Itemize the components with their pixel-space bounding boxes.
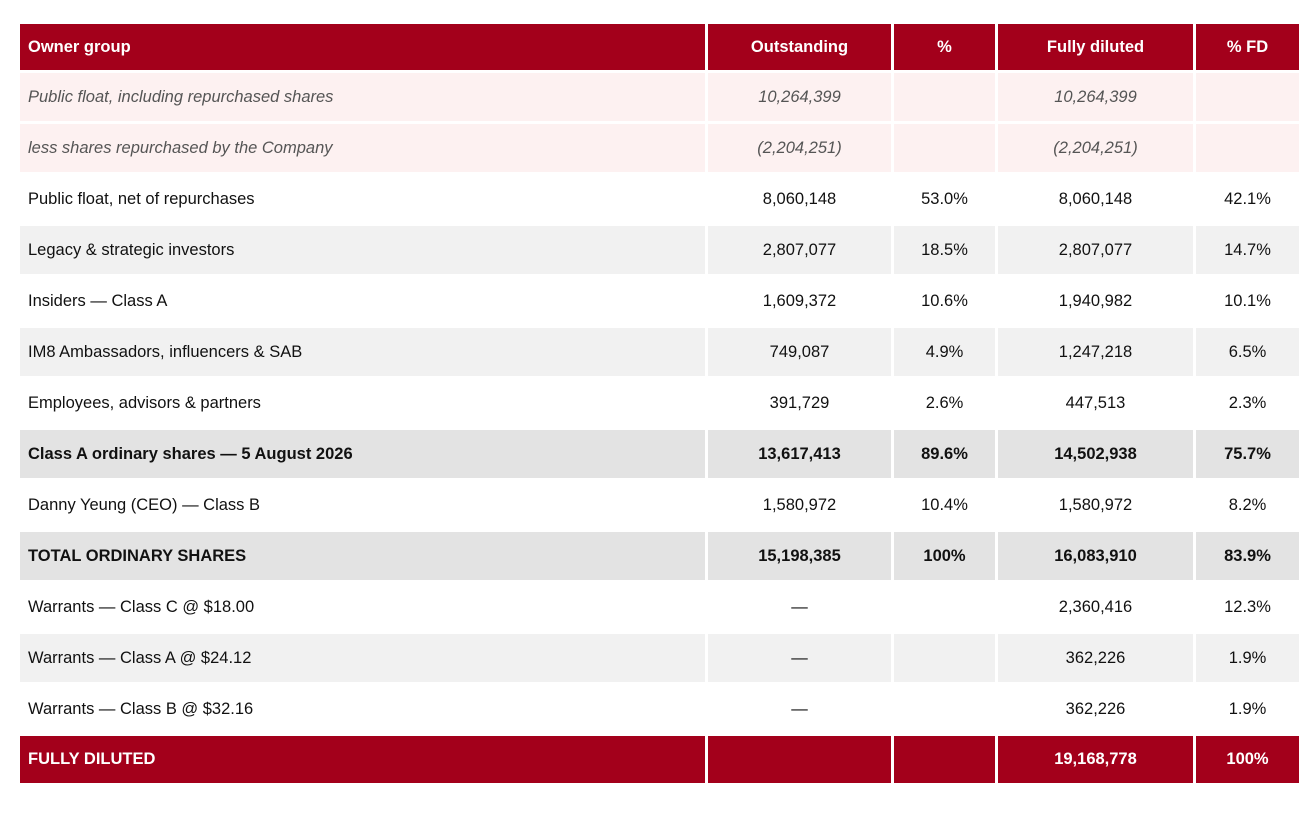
- cell-fully-diluted: 19,168,778: [998, 736, 1196, 783]
- cell-fully-diluted: 16,083,910: [998, 532, 1196, 583]
- shareholding-table-container: Owner group Outstanding % Fully diluted …: [20, 24, 1299, 783]
- cell-owner-group: Public float, including repurchased shar…: [20, 73, 708, 124]
- cell-pct-fd: 83.9%: [1196, 532, 1299, 583]
- table-row-insiders-class-a: Insiders — Class A 1,609,372 10.6% 1,940…: [20, 277, 1299, 328]
- cell-owner-group: less shares repurchased by the Company: [20, 124, 708, 175]
- cell-owner-group: IM8 Ambassadors, influencers & SAB: [20, 328, 708, 379]
- cell-outstanding: 1,609,372: [708, 277, 894, 328]
- cell-outstanding: 391,729: [708, 379, 894, 430]
- cell-outstanding: 749,087: [708, 328, 894, 379]
- cell-owner-group: Public float, net of repurchases: [20, 175, 708, 226]
- cell-pct: 89.6%: [894, 430, 998, 481]
- cell-pct-fd: 1.9%: [1196, 634, 1299, 685]
- table-row-public-float-incl-repurchased: Public float, including repurchased shar…: [20, 73, 1299, 124]
- cell-pct: [894, 685, 998, 736]
- cell-pct-fd: [1196, 124, 1299, 175]
- cell-pct-fd: 75.7%: [1196, 430, 1299, 481]
- cell-pct-fd: [1196, 73, 1299, 124]
- cell-owner-group: Class A ordinary shares — 5 August 2026: [20, 430, 708, 481]
- cell-fully-diluted: 1,247,218: [998, 328, 1196, 379]
- cell-pct-fd: 42.1%: [1196, 175, 1299, 226]
- cell-outstanding: 1,580,972: [708, 481, 894, 532]
- table-row-total-ordinary: TOTAL ORDINARY SHARES 15,198,385 100% 16…: [20, 532, 1299, 583]
- header-outstanding: Outstanding: [708, 24, 894, 73]
- table-row-warrants-class-b: Warrants — Class B @ $32.16 — 362,226 1.…: [20, 685, 1299, 736]
- cell-fully-diluted: 362,226: [998, 685, 1196, 736]
- cell-pct: 10.4%: [894, 481, 998, 532]
- cell-outstanding: (2,204,251): [708, 124, 894, 175]
- cell-outstanding: 10,264,399: [708, 73, 894, 124]
- cell-pct: [894, 736, 998, 783]
- table-header-row: Owner group Outstanding % Fully diluted …: [20, 24, 1299, 73]
- cell-owner-group: FULLY DILUTED: [20, 736, 708, 783]
- cell-owner-group: Danny Yeung (CEO) — Class B: [20, 481, 708, 532]
- cell-pct-fd: 100%: [1196, 736, 1299, 783]
- cell-pct: [894, 73, 998, 124]
- table-row-warrants-class-c: Warrants — Class C @ $18.00 — 2,360,416 …: [20, 583, 1299, 634]
- cell-fully-diluted: 2,360,416: [998, 583, 1196, 634]
- shareholding-table: Owner group Outstanding % Fully diluted …: [20, 24, 1299, 783]
- cell-pct-fd: 6.5%: [1196, 328, 1299, 379]
- cell-owner-group: TOTAL ORDINARY SHARES: [20, 532, 708, 583]
- cell-pct: 53.0%: [894, 175, 998, 226]
- table-row-public-float-net: Public float, net of repurchases 8,060,1…: [20, 175, 1299, 226]
- cell-pct: [894, 124, 998, 175]
- header-pct-fd: % FD: [1196, 24, 1299, 73]
- cell-pct-fd: 8.2%: [1196, 481, 1299, 532]
- cell-owner-group: Insiders — Class A: [20, 277, 708, 328]
- cell-pct-fd: 10.1%: [1196, 277, 1299, 328]
- cell-pct: 2.6%: [894, 379, 998, 430]
- table-row-employees: Employees, advisors & partners 391,729 2…: [20, 379, 1299, 430]
- cell-pct: 100%: [894, 532, 998, 583]
- cell-outstanding: —: [708, 685, 894, 736]
- cell-fully-diluted: 10,264,399: [998, 73, 1196, 124]
- cell-fully-diluted: 1,940,982: [998, 277, 1196, 328]
- cell-outstanding: [708, 736, 894, 783]
- table-row-warrants-class-a: Warrants — Class A @ $24.12 — 362,226 1.…: [20, 634, 1299, 685]
- header-pct: %: [894, 24, 998, 73]
- cell-fully-diluted: 14,502,938: [998, 430, 1196, 481]
- table-row-legacy-strategic: Legacy & strategic investors 2,807,077 1…: [20, 226, 1299, 277]
- cell-outstanding: 2,807,077: [708, 226, 894, 277]
- cell-fully-diluted: 2,807,077: [998, 226, 1196, 277]
- cell-outstanding: —: [708, 583, 894, 634]
- cell-outstanding: 13,617,413: [708, 430, 894, 481]
- table-row-ceo-class-b: Danny Yeung (CEO) — Class B 1,580,972 10…: [20, 481, 1299, 532]
- cell-pct: 18.5%: [894, 226, 998, 277]
- cell-fully-diluted: 362,226: [998, 634, 1196, 685]
- cell-owner-group: Warrants — Class A @ $24.12: [20, 634, 708, 685]
- cell-pct: [894, 634, 998, 685]
- table-row-fully-diluted-total: FULLY DILUTED 19,168,778 100%: [20, 736, 1299, 783]
- cell-owner-group: Employees, advisors & partners: [20, 379, 708, 430]
- cell-outstanding: —: [708, 634, 894, 685]
- cell-owner-group: Warrants — Class B @ $32.16: [20, 685, 708, 736]
- cell-fully-diluted: (2,204,251): [998, 124, 1196, 175]
- cell-outstanding: 15,198,385: [708, 532, 894, 583]
- header-fully-diluted: Fully diluted: [998, 24, 1196, 73]
- cell-pct-fd: 2.3%: [1196, 379, 1299, 430]
- cell-fully-diluted: 8,060,148: [998, 175, 1196, 226]
- cell-outstanding: 8,060,148: [708, 175, 894, 226]
- cell-pct: 4.9%: [894, 328, 998, 379]
- cell-owner-group: Legacy & strategic investors: [20, 226, 708, 277]
- cell-owner-group: Warrants — Class C @ $18.00: [20, 583, 708, 634]
- table-row-less-repurchased: less shares repurchased by the Company (…: [20, 124, 1299, 175]
- cell-pct-fd: 12.3%: [1196, 583, 1299, 634]
- header-owner-group: Owner group: [20, 24, 708, 73]
- table-row-class-a-subtotal: Class A ordinary shares — 5 August 2026 …: [20, 430, 1299, 481]
- table-row-ambassadors: IM8 Ambassadors, influencers & SAB 749,0…: [20, 328, 1299, 379]
- cell-pct-fd: 14.7%: [1196, 226, 1299, 277]
- cell-fully-diluted: 447,513: [998, 379, 1196, 430]
- cell-pct: [894, 583, 998, 634]
- cell-pct: 10.6%: [894, 277, 998, 328]
- cell-fully-diluted: 1,580,972: [998, 481, 1196, 532]
- cell-pct-fd: 1.9%: [1196, 685, 1299, 736]
